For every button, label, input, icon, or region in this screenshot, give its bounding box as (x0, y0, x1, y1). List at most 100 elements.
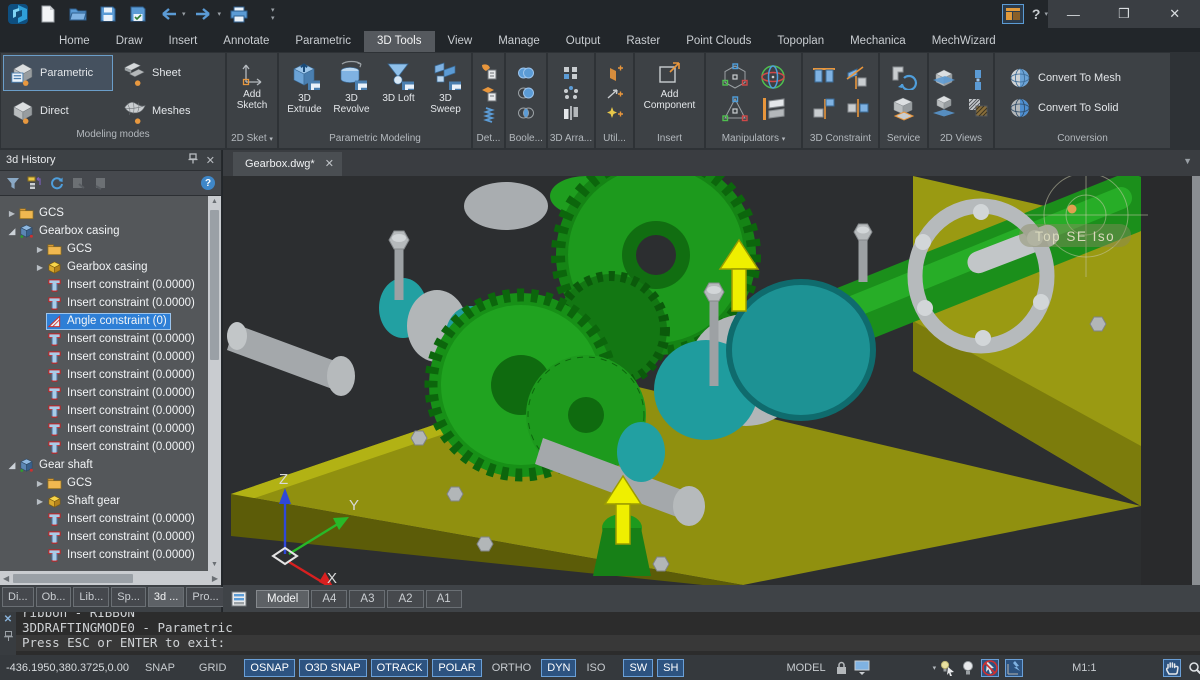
toggle-o3dsnap[interactable]: O3D SNAP (298, 658, 367, 677)
tab-list-dropdown-icon[interactable]: ▼ (1183, 156, 1192, 166)
tree-item[interactable]: ▶ Gearbox casing (0, 258, 208, 276)
save-icon[interactable] (96, 3, 120, 25)
spring-icon[interactable] (480, 106, 498, 124)
minimize-button[interactable]: — (1048, 0, 1099, 28)
polar-array-icon[interactable] (562, 85, 580, 101)
offset-manipulator-icon[interactable] (759, 95, 787, 123)
layout-tab-a4[interactable]: A4 (311, 589, 348, 608)
command-prompt[interactable]: Press ESC or ENTER to exit: (16, 635, 1200, 651)
redo-icon[interactable] (192, 3, 216, 25)
tree-item[interactable]: Insert constraint (0.0000) (0, 528, 208, 546)
undo-dropdown-icon[interactable]: ▾ (182, 10, 186, 18)
tree-item[interactable]: Insert constraint (0.0000) (0, 438, 208, 456)
solids-interference-icon[interactable] (890, 96, 918, 122)
lock-icon[interactable] (835, 659, 848, 677)
annotation-scale[interactable]: M1:1 (1072, 662, 1096, 674)
layout-tab-a3[interactable]: A3 (349, 589, 386, 608)
display-icon[interactable] (854, 659, 870, 677)
tab-mechanica[interactable]: Mechanica (837, 31, 919, 52)
layout-tab-a2[interactable]: A2 (387, 589, 424, 608)
viewport-3d[interactable]: Top SE Iso Z Y X (223, 176, 1192, 585)
tree-item[interactable]: ▶ GCS (0, 240, 208, 258)
meshes-mode-button[interactable]: Meshes (115, 93, 219, 129)
tree-item[interactable]: ▶ GCS (0, 204, 208, 222)
layout-tab-a1[interactable]: A1 (425, 589, 462, 608)
direct-mode-button[interactable]: Direct (3, 93, 113, 129)
filter-icon[interactable] (6, 177, 20, 190)
tree-vertical-scrollbar[interactable]: ▲ ▼ (208, 196, 221, 571)
mirror-3d-icon[interactable] (562, 105, 580, 121)
projection-view-icon[interactable] (965, 68, 991, 92)
add-plane-icon[interactable] (606, 65, 624, 81)
close-tab-icon[interactable]: ✕ (325, 157, 334, 170)
tab-output[interactable]: Output (553, 31, 614, 52)
rotate-gizmo-icon[interactable] (759, 63, 787, 91)
tree-item[interactable]: ◢ Gearbox casing (0, 222, 208, 240)
close-panel-icon[interactable]: ✕ (206, 154, 215, 167)
tab-home[interactable]: Home (46, 31, 103, 52)
help-icon[interactable]: ? (1032, 6, 1041, 22)
intersect-icon[interactable] (516, 105, 536, 121)
sheet-mode-button[interactable]: Sheet (115, 55, 219, 91)
dock-tab-dimensions[interactable]: Di... (2, 587, 34, 607)
toggle-snap[interactable]: SNAP (139, 659, 181, 677)
tab-annotate[interactable]: Annotate (210, 31, 282, 52)
undo-icon[interactable] (156, 3, 180, 25)
close-icon[interactable]: ✕ (4, 615, 12, 625)
add-component-button[interactable]: Add Component (637, 54, 703, 132)
open-icon[interactable] (66, 3, 90, 25)
scale-gizmo-icon[interactable] (721, 95, 749, 123)
move-gizmo-icon[interactable] (721, 63, 749, 91)
dock-tab-3d-history[interactable]: 3d ... (147, 587, 185, 607)
cursor-off-icon[interactable] (981, 658, 1000, 677)
tree-item[interactable]: ▶ GCS (0, 474, 208, 492)
expand-icon[interactable]: ▶ (33, 263, 47, 272)
pin-icon[interactable] (188, 153, 198, 167)
scrollbar-thumb[interactable] (13, 573, 134, 583)
rollforward-icon[interactable] (93, 176, 108, 190)
toggle-sh[interactable]: SH (657, 658, 685, 677)
update-model-icon[interactable] (890, 64, 918, 90)
toggle-iso[interactable]: ISO (580, 659, 611, 677)
collapse-icon[interactable]: ◢ (5, 226, 19, 237)
tree-horizontal-scrollbar[interactable]: ◀ ▶ (0, 571, 221, 585)
sweep-3d-button[interactable]: 3D Sweep (423, 54, 469, 132)
tree-item[interactable]: ▶ Shaft gear (0, 492, 208, 510)
subtract-icon[interactable] (516, 85, 536, 101)
dependencies-icon[interactable] (27, 176, 42, 190)
pan-icon[interactable] (1162, 658, 1181, 677)
viewport-scrollbar[interactable] (1192, 176, 1200, 585)
extrude-3d-button[interactable]: 3D Extrude (282, 54, 328, 132)
workspace-icon[interactable] (1001, 4, 1024, 24)
command-history[interactable]: ribbon - RIBBON 3DDRAFTINGMODE0 - Parame… (16, 612, 1200, 655)
tab-mechwizard[interactable]: MechWizard (919, 31, 1009, 52)
file-tab[interactable]: Gearbox.dwg* ✕ (233, 152, 342, 176)
mate-constraint-icon[interactable] (845, 95, 871, 121)
detail-tool-icon[interactable] (480, 62, 498, 80)
print-icon[interactable] (227, 3, 251, 25)
layout-tab-model[interactable]: Model (256, 589, 310, 608)
tree-item[interactable]: Insert constraint (0.0000) (0, 384, 208, 402)
tab-point-clouds[interactable]: Point Clouds (673, 31, 764, 52)
dynamic-ucs-icon[interactable] (1005, 658, 1024, 677)
union-icon[interactable] (516, 65, 536, 81)
tree-item[interactable]: Insert constraint (0.0000) (0, 294, 208, 312)
revolve-3d-button[interactable]: 3D Revolve (329, 54, 375, 132)
tree-item[interactable]: Insert constraint (0.0000) (0, 276, 208, 294)
help-icon[interactable]: ? (201, 176, 215, 190)
space-indicator[interactable]: MODEL (786, 662, 825, 674)
toggle-ortho[interactable]: ORTHO (486, 659, 538, 677)
expand-icon[interactable]: ▶ (33, 497, 47, 506)
rect-array-icon[interactable] (562, 65, 580, 81)
insert-constraint-icon[interactable] (811, 65, 837, 91)
convert-to-solid-button[interactable]: Convert To Solid (1003, 95, 1125, 121)
collapse-icon[interactable]: ◢ (5, 460, 19, 471)
cursor-coordinates[interactable]: -436.1950,380.3725,0.00 (0, 662, 137, 674)
rollback-icon[interactable] (71, 176, 86, 190)
dock-tab-spec[interactable]: Sp... (111, 587, 146, 607)
tab-manage[interactable]: Manage (485, 31, 553, 52)
convert-to-mesh-button[interactable]: Convert To Mesh (1003, 65, 1127, 91)
tree-item[interactable]: Insert constraint (0.0000) (0, 402, 208, 420)
dock-tab-objects[interactable]: Ob... (35, 587, 72, 607)
toolbar-overflow-icon[interactable]: ▾ ▾ (271, 6, 275, 22)
